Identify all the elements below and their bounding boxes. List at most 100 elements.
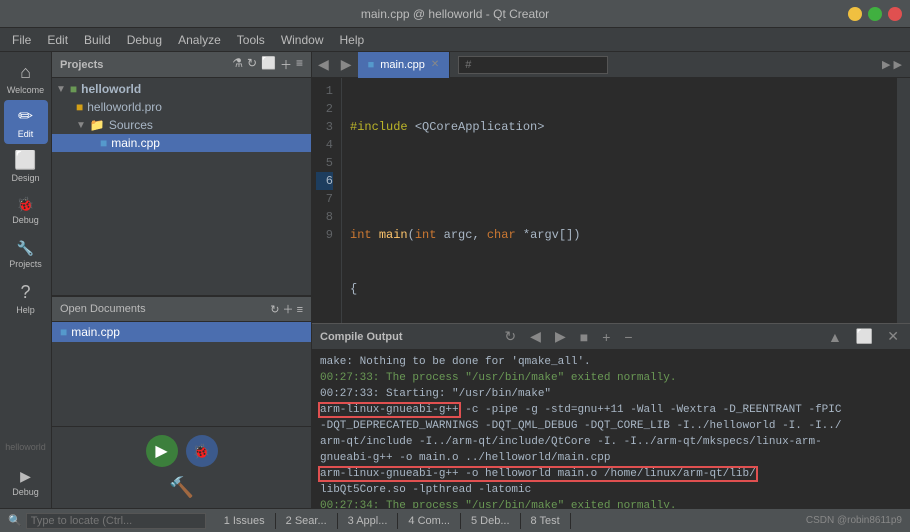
tree-project-helloworld[interactable]: ▼ ■ helloworld	[52, 80, 311, 98]
sync-icon[interactable]: ↻	[247, 56, 257, 73]
sidebar-debug[interactable]: 🐞 Debug	[4, 188, 48, 232]
menu-build[interactable]: Build	[76, 31, 119, 49]
sidebar-projects-label: Projects	[9, 259, 42, 269]
search-input[interactable]	[458, 56, 608, 74]
sidebar-debug-label: Debug	[12, 215, 39, 225]
design-icon: ⬜	[14, 150, 36, 171]
menu-analyze[interactable]: Analyze	[170, 31, 229, 49]
sidebar-help-label: Help	[16, 305, 35, 315]
sidebar-debug-bottom-label: Debug	[12, 487, 39, 497]
code-area[interactable]: #include <QCoreApplication> int main(int…	[342, 78, 896, 323]
compile-sync-btn[interactable]: ↻	[501, 328, 519, 345]
compile-add-btn[interactable]: +	[599, 329, 613, 345]
build-icon[interactable]: 🔨	[169, 475, 194, 500]
open-docs-panel: Open Documents ↻ ＋ ≡ ■ main.cpp	[52, 296, 311, 426]
tree-file-main-cpp[interactable]: ■ main.cpp	[52, 134, 311, 152]
left-panel-actions: ▶ 🐞 🔨	[52, 426, 311, 508]
projects-panel-icons: ⚗ ↻ ⬜ ＋ ≡	[232, 56, 303, 73]
line-num-1: 1	[316, 82, 333, 100]
doc-label-main-cpp: main.cpp	[71, 325, 120, 339]
window-title: main.cpp @ helloworld - Qt Creator	[361, 7, 549, 21]
doc-item-main-cpp[interactable]: ■ main.cpp	[52, 322, 311, 342]
sidebar-debug-bottom[interactable]: ▶ Debug	[4, 460, 48, 504]
line-numbers: 1 2 3 4 5 6 7 8 9	[312, 78, 342, 323]
menu-file[interactable]: File	[4, 31, 39, 49]
compile-line-5: -DQT_DEPRECATED_WARNINGS -DQT_QML_DEBUG …	[320, 418, 902, 434]
line-num-3: 3	[316, 118, 333, 136]
status-tab-search[interactable]: 2 Sear...	[276, 513, 338, 529]
welcome-icon: ⌂	[20, 62, 31, 83]
tree-arrow-helloworld: ▼	[56, 84, 66, 95]
project-name: helloworld	[5, 442, 46, 460]
tab-icon-main-cpp: ■	[368, 59, 375, 71]
code-line-4: {	[350, 280, 888, 298]
compile-back-btn[interactable]: ◀	[527, 328, 544, 345]
run-buttons: ▶ 🐞	[146, 435, 218, 467]
editor-scrollbar[interactable]	[896, 78, 910, 323]
settings-docs-icon[interactable]: ≡	[297, 304, 303, 316]
expand-icon[interactable]: ＋	[280, 56, 292, 73]
sidebar-edit[interactable]: ✏ Edit	[4, 100, 48, 144]
expand-docs-icon[interactable]: ＋	[283, 304, 294, 316]
projects-icon: 🔧	[17, 240, 34, 257]
run-debug-icon: ▶	[20, 468, 31, 485]
menu-tools[interactable]: Tools	[229, 31, 273, 49]
sidebar-design-label: Design	[11, 173, 39, 183]
line-num-2: 2	[316, 100, 333, 118]
tab-nav-forward[interactable]: ▶	[335, 56, 358, 73]
status-tab-app[interactable]: 3 Appl...	[338, 513, 399, 529]
menu-window[interactable]: Window	[273, 31, 332, 49]
locate-input[interactable]	[26, 513, 206, 529]
menu-help[interactable]: Help	[332, 31, 373, 49]
compile-minimize-btn[interactable]: ▲	[825, 329, 845, 345]
status-tab-debug[interactable]: 5 Deb...	[461, 513, 521, 529]
status-tab-issues[interactable]: 1 Issues	[214, 513, 276, 529]
run-button[interactable]: ▶	[146, 435, 178, 467]
sidebar-welcome[interactable]: ⌂ Welcome	[4, 56, 48, 100]
tab-close-main-cpp[interactable]: ✕	[431, 59, 439, 70]
sidebar-projects[interactable]: 🔧 Projects	[4, 232, 48, 276]
sidebar-help[interactable]: ? Help	[4, 276, 48, 320]
compile-line-3: 00:27:33: Starting: "/usr/bin/make"	[320, 386, 902, 402]
compile-line-2: 00:27:33: The process "/usr/bin/make" ex…	[320, 370, 902, 386]
sidebar-welcome-label: Welcome	[7, 85, 44, 95]
tab-nav-back[interactable]: ◀	[312, 56, 335, 73]
projects-panel-title: Projects	[60, 59, 103, 71]
settings-icon[interactable]: ≡	[296, 56, 303, 73]
debug-icon: 🐞	[17, 196, 34, 213]
help-icon: ?	[20, 282, 30, 303]
tree-folder-sources[interactable]: ▼ 📁 Sources	[52, 116, 311, 134]
compile-stop-btn[interactable]: ■	[577, 329, 591, 345]
build-buttons: 🔨	[169, 475, 194, 500]
right-area: ◀ ▶ ■ main.cpp ✕ ▶ ▶ 1 2 3 4 5 6	[312, 52, 910, 508]
status-tab-compile[interactable]: 4 Com...	[398, 513, 461, 529]
tree-label-main-cpp: main.cpp	[111, 136, 160, 150]
tab-label-main-cpp: main.cpp	[380, 59, 425, 71]
editor-tab-main-cpp[interactable]: ■ main.cpp ✕	[358, 52, 451, 78]
line-num-4: 4	[316, 136, 333, 154]
sidebar-design[interactable]: ⬜ Design	[4, 144, 48, 188]
status-tab-test[interactable]: 8 Test	[521, 513, 571, 529]
compile-close-btn[interactable]: ✕	[884, 328, 902, 345]
open-docs-title: Open Documents	[60, 303, 146, 315]
compile-fwd-btn[interactable]: ▶	[552, 328, 569, 345]
open-docs-list: ■ main.cpp	[52, 322, 311, 426]
code-line-1: #include <QCoreApplication>	[350, 118, 888, 136]
search-bar	[450, 56, 882, 74]
compile-remove-btn[interactable]: −	[621, 329, 635, 345]
tree-file-pro[interactable]: ■ helloworld.pro	[52, 98, 311, 116]
debug-run-button[interactable]: 🐞	[186, 435, 218, 467]
open-docs-icons: ↻ ＋ ≡	[270, 301, 303, 317]
tree-label-pro: helloworld.pro	[87, 100, 162, 114]
compile-expand-btn[interactable]: ⬜	[853, 328, 876, 345]
menu-debug[interactable]: Debug	[119, 31, 170, 49]
sync-docs-icon[interactable]: ↻	[270, 304, 279, 316]
close-button[interactable]	[888, 7, 902, 21]
compile-line-4: arm-linux-gnueabi-g++ -c -pipe -g -std=g…	[320, 402, 902, 418]
menu-edit[interactable]: Edit	[39, 31, 76, 49]
filter-icon[interactable]: ⚗	[232, 56, 243, 73]
collapse-icon[interactable]: ⬜	[261, 56, 276, 73]
compile-line-9: libQt5Core.so -lpthread -latomic	[320, 482, 902, 498]
minimize-button[interactable]	[848, 7, 862, 21]
maximize-button[interactable]	[868, 7, 882, 21]
